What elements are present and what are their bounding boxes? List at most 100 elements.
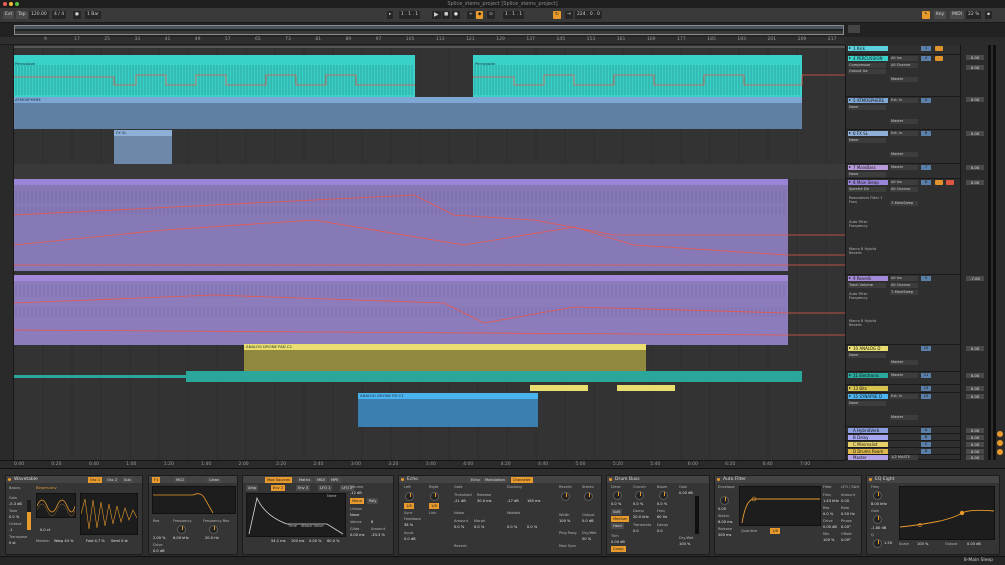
q-knob[interactable] [873, 539, 882, 548]
input-type-select[interactable]: Ext. In [890, 98, 918, 103]
envelope-amount-knob[interactable] [720, 496, 729, 505]
clip-bits-b[interactable] [617, 385, 675, 391]
gate-label[interactable]: Gate [454, 485, 463, 489]
wavetable-display[interactable] [36, 493, 76, 518]
return-name-hybridverb[interactable]: A HybridVerb [848, 428, 888, 433]
time-signature-field[interactable]: 4 / 4 [52, 11, 67, 19]
filter-type-select[interactable]: MG2 [174, 476, 187, 483]
arrangement-view[interactable]: Percussion Percussion ATMOSPHERE FX SL A… [14, 45, 845, 460]
set-button[interactable] [848, 25, 860, 33]
track-name-percussion[interactable]: 4 PERCUSSION [848, 56, 888, 61]
track-volume[interactable]: -7.00 [966, 276, 984, 281]
poly-button[interactable]: Poly [367, 498, 379, 504]
voices-value[interactable]: 8 [371, 520, 373, 524]
osc2-tab[interactable]: Osc 2 [105, 477, 120, 483]
return-letter[interactable]: C [921, 442, 931, 447]
freq-value[interactable]: 1.43 kHz [823, 499, 839, 503]
session-record-icon[interactable]: ⊙ [487, 11, 495, 19]
drive-knob[interactable] [613, 491, 622, 500]
fold-arrow-icon[interactable] [849, 166, 851, 168]
scroll-down-icon[interactable] [997, 440, 1003, 446]
gate-release-value[interactable]: 30.0 ms [477, 499, 492, 503]
scale-value[interactable]: 100 % [917, 542, 928, 546]
env2-tab[interactable]: Env 2 [271, 485, 286, 491]
ping-pong-label[interactable]: Ping Pong [559, 531, 577, 535]
comp-button[interactable]: Comp [611, 546, 626, 552]
quantize-select[interactable]: 1 Bar [85, 11, 101, 19]
tempo-field[interactable]: 120.00 [29, 11, 49, 19]
track-header-atmosphere[interactable]: 5 ATMOSPHERE None Ext. In Master 5 [846, 97, 961, 130]
fold-arrow-icon[interactable] [849, 57, 851, 59]
link-label[interactable]: Link [429, 511, 436, 515]
tone-value[interactable]: 0.0 % [9, 515, 19, 519]
return-letter[interactable]: B [921, 435, 931, 440]
midi-tab[interactable]: MIDI [315, 476, 327, 483]
res-value[interactable]: 2.00 % [153, 536, 166, 540]
trim-value[interactable]: 0.00 dB [611, 540, 625, 544]
return-header-hybridverb[interactable]: A HybridVerb A [846, 427, 961, 434]
track-number[interactable]: 15 [921, 394, 931, 399]
input-type-select[interactable]: Ext. In [890, 131, 918, 136]
freq-knob[interactable] [873, 491, 882, 500]
track-volume[interactable]: 0.00 [966, 65, 984, 70]
clip-percussion-b[interactable] [473, 55, 802, 97]
beat-time-ruler[interactable]: 9 17 25 33 41 49 57 65 73 81 89 97 105 113 121 129 137 14… [0, 37, 845, 45]
frequency-res-knob[interactable] [209, 525, 218, 534]
duck-release-value[interactable]: 165 ms [527, 499, 540, 503]
output-select[interactable]: Master [890, 77, 918, 82]
amount-value[interactable]: -33.3 % [371, 533, 385, 537]
input-type-select[interactable]: All Ins [890, 276, 918, 281]
envelope-amount-value[interactable]: 0.00 [718, 507, 726, 511]
fold-arrow-icon[interactable] [849, 99, 851, 101]
tap-tempo-button[interactable]: Tap [16, 11, 28, 19]
feedback-value[interactable]: 38 % [404, 523, 413, 527]
record-icon[interactable]: ● [452, 11, 460, 19]
return-name-delay[interactable]: B Delay [848, 435, 888, 440]
track-name-fx[interactable]: 6 FX SL [848, 131, 888, 136]
output-select[interactable]: 7-MainSleep [890, 201, 918, 206]
overview-viewport[interactable] [14, 25, 844, 35]
transients-value[interactable]: 0.0 [633, 529, 639, 533]
track-activator-button[interactable] [935, 56, 943, 61]
right-time-value[interactable]: 1/8 [429, 503, 439, 509]
punch-in-icon[interactable]: ⇥ [565, 11, 573, 19]
phase-value[interactable]: 0.00° [841, 525, 851, 529]
track-header-fx[interactable]: 6 FX SL None Ext. In Master 6 [846, 130, 961, 164]
wobble-amount-value[interactable]: 0.0 % [507, 525, 517, 529]
device-title-eq-eight[interactable]: EQ Eight [867, 476, 999, 483]
fold-arrow-icon[interactable] [849, 347, 851, 349]
semi-value[interactable]: Semi 0 st [111, 539, 128, 543]
automation-arm-icon[interactable]: ◆ [476, 11, 484, 19]
automation-device-select[interactable]: None [848, 138, 886, 143]
track-volume[interactable]: 0.00 [966, 346, 984, 351]
fold-arrow-icon[interactable] [849, 181, 851, 183]
damp-value[interactable]: 20.0 kHz [633, 515, 649, 519]
output-value[interactable]: 0.0 dB [582, 519, 594, 523]
gain-slider[interactable] [27, 500, 31, 530]
arm-button[interactable] [946, 180, 954, 185]
track-number[interactable]: 9 [921, 276, 931, 281]
matrix-tab[interactable]: Matrix [297, 476, 313, 483]
medium-button[interactable]: Medium [611, 516, 630, 522]
device-drum-buss[interactable]: Drum Buss Drive Crunch Boom 0.0 % 0.0 % … [606, 475, 710, 555]
input-type-select[interactable]: All Ins [890, 56, 918, 61]
release-value[interactable]: 200 ms [718, 533, 731, 537]
noise-morph-value[interactable]: 0.0 % [474, 525, 484, 529]
reverb-knob[interactable] [561, 492, 570, 501]
track-volume[interactable]: 0.00 [966, 180, 984, 185]
sustain-value[interactable]: 0.00 % [309, 539, 322, 543]
loop-icon[interactable]: ↻ [553, 11, 561, 19]
fold-arrow-icon[interactable] [849, 374, 851, 376]
crunch-knob[interactable] [635, 491, 644, 500]
power-icon[interactable] [869, 478, 872, 481]
envelope-display[interactable] [246, 493, 346, 537]
automation-device-select[interactable]: Track Volume [848, 283, 886, 288]
release-value[interactable]: 60.0 % [327, 539, 340, 543]
track-name-synapse[interactable]: 15 SYNAPSE D [848, 394, 888, 399]
key-map-button[interactable]: Key [934, 11, 947, 19]
filter-response-display[interactable] [152, 486, 236, 514]
track-number[interactable]: 4 [921, 56, 931, 61]
track-header-mainbass[interactable]: 7 MainBass None Master 7 [846, 164, 961, 179]
dry-wet-value[interactable]: 50 % [582, 537, 591, 541]
osc1-tab[interactable]: Osc 1 [88, 477, 103, 483]
